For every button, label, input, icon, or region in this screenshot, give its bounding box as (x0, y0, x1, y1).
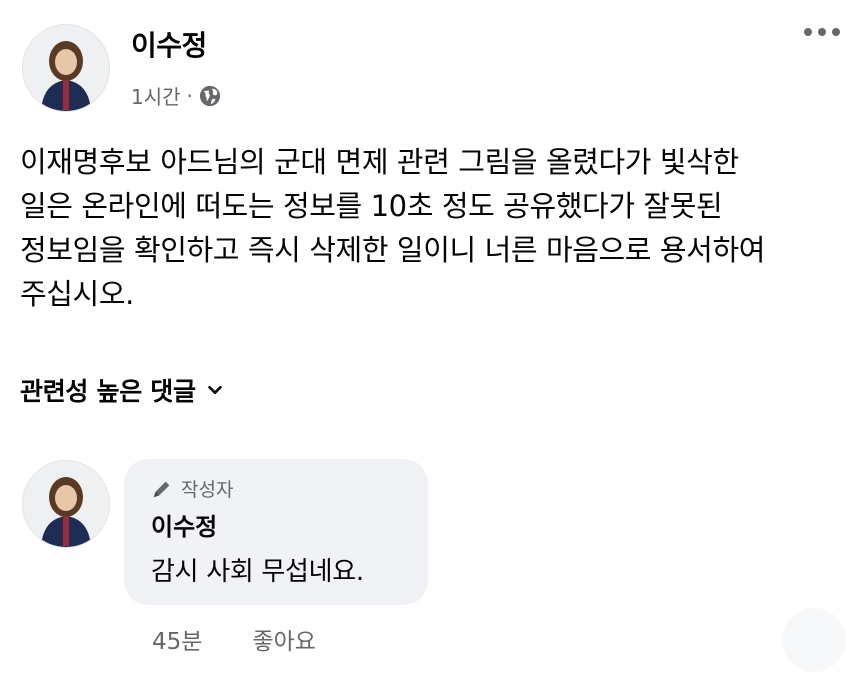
author-name[interactable]: 이수정 (131, 24, 207, 64)
post-time[interactable]: 1시간 (131, 81, 181, 110)
pencil-icon (153, 481, 170, 497)
author-badge: 작성자 (151, 475, 233, 502)
person-photo-icon (23, 25, 109, 111)
comment-sort-dropdown[interactable]: 관련성 높은 댓글 (20, 372, 224, 408)
author-badge-label: 작성자 (181, 479, 234, 501)
chevron-down-icon (207, 385, 222, 395)
post-text: 이재명후보 아드님의 군대 면제 관련 그림을 올렸다가 빛삭한 일은 온라인에… (20, 145, 766, 311)
meta-separator: · (186, 83, 193, 108)
globe-icon[interactable] (199, 85, 221, 107)
more-dot-icon (818, 28, 826, 36)
person-photo-icon (23, 461, 109, 547)
reaction-placeholder (782, 608, 846, 672)
post-meta: 1시간 · (131, 81, 221, 110)
comment-author-name[interactable]: 이수정 (151, 507, 217, 542)
comment-sort-label: 관련성 높은 댓글 (20, 377, 196, 406)
comment-bubble: 작성자 이수정 감시 사회 무섭네요. (124, 459, 428, 605)
comment-author-avatar[interactable] (22, 460, 110, 548)
comment-text: 감시 사회 무섭네요. (151, 557, 364, 587)
like-button[interactable]: 좋아요 (252, 622, 315, 656)
more-dot-icon (804, 28, 812, 36)
more-options-button[interactable] (804, 28, 840, 36)
more-dot-icon (832, 28, 840, 36)
comment-time[interactable]: 45분 (152, 622, 202, 656)
author-avatar[interactable] (22, 24, 110, 112)
comment-actions: 45분 좋아요 (152, 622, 316, 656)
